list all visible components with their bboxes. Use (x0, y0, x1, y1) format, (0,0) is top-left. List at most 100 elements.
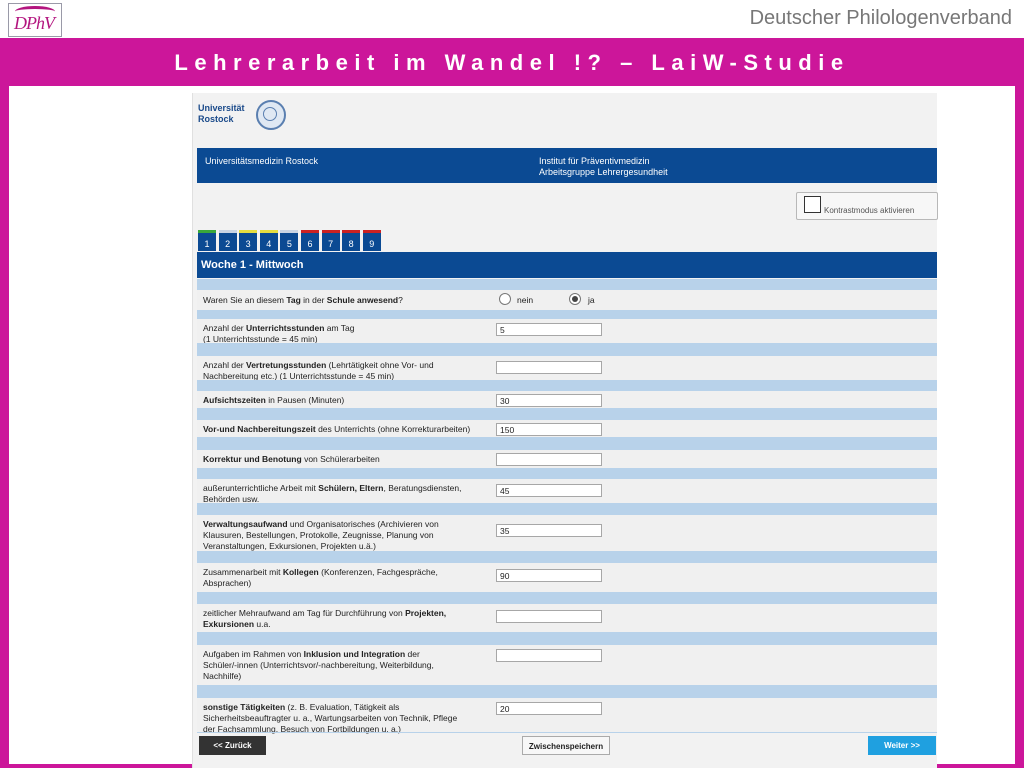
question-label: außerunterrichtliche Arbeit mit Schülern… (203, 483, 495, 505)
radio-nein[interactable] (499, 293, 511, 305)
question-label: Vor-und Nachbereitungszeit des Unterrich… (203, 424, 495, 435)
attendance-question: Waren Sie an diesem Tag in der Schule an… (203, 295, 495, 306)
row-separator (197, 468, 937, 479)
attendance-question-part: Waren Sie an diesem (203, 295, 287, 305)
day-tab-9[interactable]: 9 (362, 230, 381, 251)
answer-input[interactable] (496, 610, 602, 623)
question-label-line1: zeitlicher Mehraufwand am Tag für Durchf… (203, 608, 495, 619)
next-button[interactable]: Weiter >> (868, 736, 936, 755)
question-label-line1: Verwaltungsaufwand und Organisatorisches… (203, 519, 495, 530)
question-text-part: außerunterrichtliche Arbeit mit (203, 483, 319, 493)
row-separator (197, 310, 937, 319)
question-label-line1: sonstige Tätigkeiten (z. B. Evaluation, … (203, 702, 495, 713)
attendance-question-part: Tag (286, 295, 301, 305)
day-tab-6[interactable]: 6 (301, 230, 319, 251)
question-label: sonstige Tätigkeiten (z. B. Evaluation, … (203, 702, 495, 735)
question-row: Korrektur und Benotung von Schülerarbeit… (197, 450, 937, 468)
question-text-part: Verwaltungsaufwand (203, 519, 288, 529)
row-separator (197, 632, 937, 645)
question-label: Anzahl der Vertretungsstunden (Lehrtätig… (203, 360, 495, 382)
question-label: Korrektur und Benotung von Schülerarbeit… (203, 454, 495, 465)
week-header: Woche 1 - Mittwoch (197, 252, 937, 278)
university-name: Universität Rostock (198, 103, 245, 125)
question-text-part: u.a. (254, 619, 271, 629)
question-text-part: Schülern, Eltern (318, 483, 384, 493)
slide-title: Lehrerarbeit im Wandel !? – LaiW-Studie (174, 50, 850, 75)
day-tab-2[interactable]: 2 (218, 230, 237, 251)
question-label-line1: Korrektur und Benotung von Schülerarbeit… (203, 454, 495, 465)
day-tab-3[interactable]: 3 (239, 230, 258, 251)
question-row: Aufgaben im Rahmen von Inklusion und Int… (197, 645, 937, 685)
question-text-part: Anzahl der (203, 360, 246, 370)
answer-input[interactable] (496, 453, 602, 466)
question-text-part: sonstige Tätigkeiten (203, 702, 286, 712)
question-label-line1: Anzahl der Unterrichtsstunden am Tag (203, 323, 495, 334)
question-label-line2: Absprachen) (203, 578, 252, 588)
logo-text: DPhV (14, 13, 55, 33)
question-text-part: Exkursionen (203, 619, 255, 629)
question-label-line1: Aufsichtszeiten in Pausen (Minuten) (203, 395, 495, 406)
answer-input[interactable]: 35 (496, 524, 602, 537)
answer-input[interactable]: 30 (496, 394, 602, 407)
save-draft-button[interactable]: Zwischenspeichern (522, 736, 610, 755)
title-bar: Lehrerarbeit im Wandel !? – LaiW-Studie (0, 38, 1024, 86)
question-label: Zusammenarbeit mit Kollegen (Konferenzen… (203, 567, 495, 589)
question-label: Aufgaben im Rahmen von Inklusion und Int… (203, 649, 495, 682)
answer-input[interactable] (496, 649, 602, 662)
row-separator (197, 503, 937, 515)
question-text-part: Kollegen (282, 567, 319, 577)
question-text-part: Korrektur und Benotung (203, 454, 302, 464)
row-separator (197, 732, 937, 733)
institution-header: Universitätsmedizin Rostock Institut für… (197, 148, 937, 183)
question-text-part: Zusammenarbeit mit (203, 567, 283, 577)
question-text-part: (z. B. Evaluation, Tätigkeit als (285, 702, 400, 712)
answer-input[interactable]: 45 (496, 484, 602, 497)
answer-input[interactable]: 20 (496, 702, 602, 715)
day-tab-5[interactable]: 5 (280, 230, 299, 251)
answer-input[interactable] (496, 361, 602, 374)
question-label: Verwaltungsaufwand und Organisatorisches… (203, 519, 495, 552)
radio-ja-label: ja (588, 295, 595, 305)
contrast-mode-toggle[interactable]: Kontrastmodus aktivieren (796, 192, 938, 220)
question-text-part: Projekten, (405, 608, 447, 618)
question-label-line2: Schüler/-innen (Unterrichtsvor/-nachbere… (203, 660, 434, 670)
question-label: Aufsichtszeiten in Pausen (Minuten) (203, 395, 495, 406)
question-row: Vor-und Nachbereitungszeit des Unterrich… (197, 420, 937, 437)
question-row: außerunterrichtliche Arbeit mit Schülern… (197, 479, 937, 505)
question-text-part: (Lehrtätigkeit ohne Vor- und (326, 360, 434, 370)
question-label-line3: der Fachsammlung, Besuch von Fortbildung… (203, 724, 401, 734)
attendance-row: Waren Sie an diesem Tag in der Schule an… (197, 290, 937, 310)
day-tab-8[interactable]: 8 (342, 230, 361, 251)
question-row: sonstige Tätigkeiten (z. B. Evaluation, … (197, 698, 937, 735)
row-separator (197, 551, 937, 563)
contrast-checkbox[interactable] (804, 196, 821, 213)
answer-input[interactable]: 5 (496, 323, 602, 336)
header-right-line1: Institut für Präventivmedizin (539, 156, 650, 166)
header-right: Institut für Präventivmedizin Arbeitsgru… (539, 156, 668, 178)
back-button[interactable]: << Zurück (199, 736, 266, 755)
row-separator (197, 408, 937, 420)
question-text-part: (Konferenzen, Fachgespräche, (318, 567, 438, 577)
header-right-line2: Arbeitsgruppe Lehrergesundheit (539, 167, 668, 177)
answer-input[interactable]: 90 (496, 569, 602, 582)
answer-input[interactable]: 150 (496, 423, 602, 436)
day-tab-1[interactable]: 1 (198, 230, 216, 251)
question-row: Verwaltungsaufwand und Organisatorisches… (197, 515, 937, 551)
question-row: Anzahl der Unterrichtsstunden am Tag (1 U… (197, 319, 937, 345)
attendance-question-part: in der (300, 295, 327, 305)
question-row: Aufsichtszeiten in Pausen (Minuten) 30 (197, 391, 937, 408)
attendance-question-part: Schule anwesend (326, 295, 399, 305)
question-row: Anzahl der Vertretungsstunden (Lehrtätig… (197, 356, 937, 382)
question-text-part: von Schülerarbeiten (301, 454, 380, 464)
question-label-line1: außerunterrichtliche Arbeit mit Schülern… (203, 483, 495, 494)
question-text-part: Vor-und Nachbereitungszeit (203, 424, 316, 434)
radio-ja[interactable] (569, 293, 581, 305)
day-tab-4[interactable]: 4 (259, 230, 278, 251)
row-separator (197, 343, 937, 356)
row-separator (197, 685, 937, 698)
question-label: Anzahl der Unterrichtsstunden am Tag (1 U… (203, 323, 495, 345)
question-label-line1: Aufgaben im Rahmen von Inklusion und Int… (203, 649, 495, 660)
radio-nein-label: nein (517, 295, 534, 305)
day-tab-7[interactable]: 7 (321, 230, 340, 251)
survey-screenshot: Universität Rostock Universitätsmedizin … (192, 93, 938, 768)
